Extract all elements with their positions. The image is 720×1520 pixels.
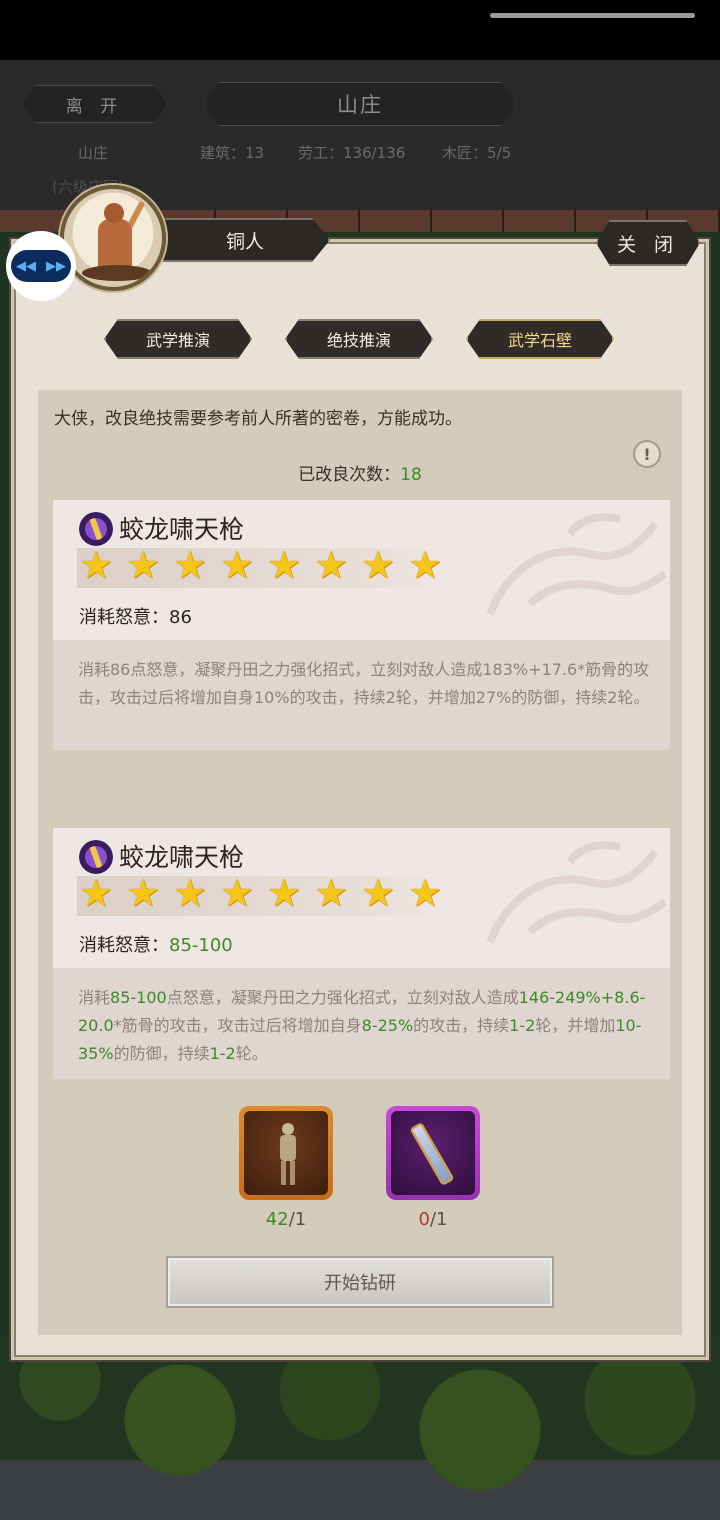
current-skill-card: 蛟龙啸天枪 ★ ★ ★ ★ ★ ★ ★ ★ 消耗怒意：86 消耗86点怒意，凝聚… (53, 500, 670, 750)
start-research-button[interactable]: 开始钻研 (166, 1256, 554, 1308)
star-icon: ★ (220, 543, 255, 587)
star-icon: ★ (126, 543, 161, 587)
star-icon: ★ (79, 543, 114, 587)
dragon-watermark-icon (486, 841, 668, 944)
rage-cost-label: 消耗怒意： (79, 935, 169, 956)
intro-text: 大侠，改良绝技需要参考前人所著的密卷，方能成功。 (54, 409, 462, 429)
figure-body (98, 219, 132, 269)
manor-name: 山庄 (78, 144, 109, 162)
buildings-stat: 建筑：13 (200, 144, 265, 162)
rage-cost-value: 86 (169, 607, 192, 628)
tab-martial-stone-wall[interactable]: 武学石壁 (466, 319, 614, 359)
figure-head (104, 203, 124, 223)
floating-assistant-button[interactable]: ◀◀ ▶▶ (6, 231, 76, 301)
skill-description: 消耗86点怒意，凝聚丹田之力强化招式，立刻对敌人造成183%+17.6*筋骨的攻… (78, 660, 650, 707)
manor-stats: 山庄 建筑：13 劳工：136/136 木匠：5/5 (0, 142, 720, 164)
character-portrait (60, 185, 166, 291)
rage-cost: 消耗怒意：86 (79, 603, 192, 629)
dragon-watermark-icon (486, 513, 668, 616)
scroll-icon (391, 1111, 475, 1195)
star-icon: ★ (173, 871, 208, 915)
improved-skill-card: 蛟龙啸天枪 ★ ★ ★ ★ ★ ★ ★ ★ 消耗怒意：85-100 消耗85-1… (53, 828, 670, 1079)
star-icon: ★ (361, 543, 396, 587)
close-button[interactable]: 关 闭 (596, 220, 700, 266)
character-name-tab: 铜人 (160, 218, 330, 262)
material-bronze-figure[interactable] (239, 1106, 333, 1200)
labor-stat: 劳工：136/136 (298, 144, 406, 162)
star-icon: ★ (408, 871, 443, 915)
rewind-forward-icon: ◀◀ ▶▶ (11, 250, 71, 282)
material-have: 42 (265, 1209, 289, 1230)
star-icon: ★ (314, 543, 349, 587)
star-icon: ★ (267, 543, 302, 587)
star-icon: ★ (314, 871, 349, 915)
material-need: /1 (429, 1209, 448, 1230)
star-icon: ★ (408, 543, 443, 587)
home-indicator (490, 13, 695, 18)
skill-name: 蛟龙啸天枪 (119, 843, 245, 872)
carpenter-stat: 木匠：5/5 (442, 144, 512, 162)
rage-cost: 消耗怒意：85-100 (79, 931, 233, 957)
star-icon: ★ (267, 871, 302, 915)
material-count-scroll: 0/1 (386, 1209, 480, 1230)
star-icon: ★ (220, 871, 255, 915)
star-rating: ★ ★ ★ ★ ★ ★ ★ ★ (79, 546, 446, 584)
material-need: /1 (288, 1209, 307, 1230)
rage-cost-label: 消耗怒意： (79, 607, 169, 628)
star-rating: ★ ★ ★ ★ ★ ★ ★ ★ (79, 874, 446, 912)
skill-description: 消耗85-100点怒意，凝聚丹田之力强化招式，立刻对敌人造成146-249%+8… (78, 988, 646, 1063)
rage-cost-value: 85-100 (169, 935, 233, 956)
star-icon: ★ (173, 543, 208, 587)
star-icon: ★ (361, 871, 396, 915)
star-icon: ★ (126, 871, 161, 915)
spear-skill-icon (79, 512, 113, 546)
material-secret-scroll[interactable] (386, 1106, 480, 1200)
leave-button[interactable]: 离 开 (22, 85, 167, 123)
improved-count-label: 已改良次数： (298, 465, 401, 485)
skill-name: 蛟龙啸天枪 (119, 515, 245, 544)
improved-count-value: 18 (400, 465, 422, 485)
material-have: 0 (418, 1209, 430, 1230)
figure-pedestal (82, 265, 152, 281)
spear-skill-icon (79, 840, 113, 874)
improved-count: 已改良次数：18 (0, 460, 720, 485)
material-count-bronze: 42/1 (239, 1209, 333, 1230)
tab-ultimate-deduction[interactable]: 绝技推演 (285, 319, 433, 359)
location-title: 山庄 (205, 82, 515, 126)
star-icon: ★ (79, 871, 114, 915)
tab-martial-deduction[interactable]: 武学推演 (104, 319, 252, 359)
bronze-figure-icon (244, 1111, 328, 1195)
